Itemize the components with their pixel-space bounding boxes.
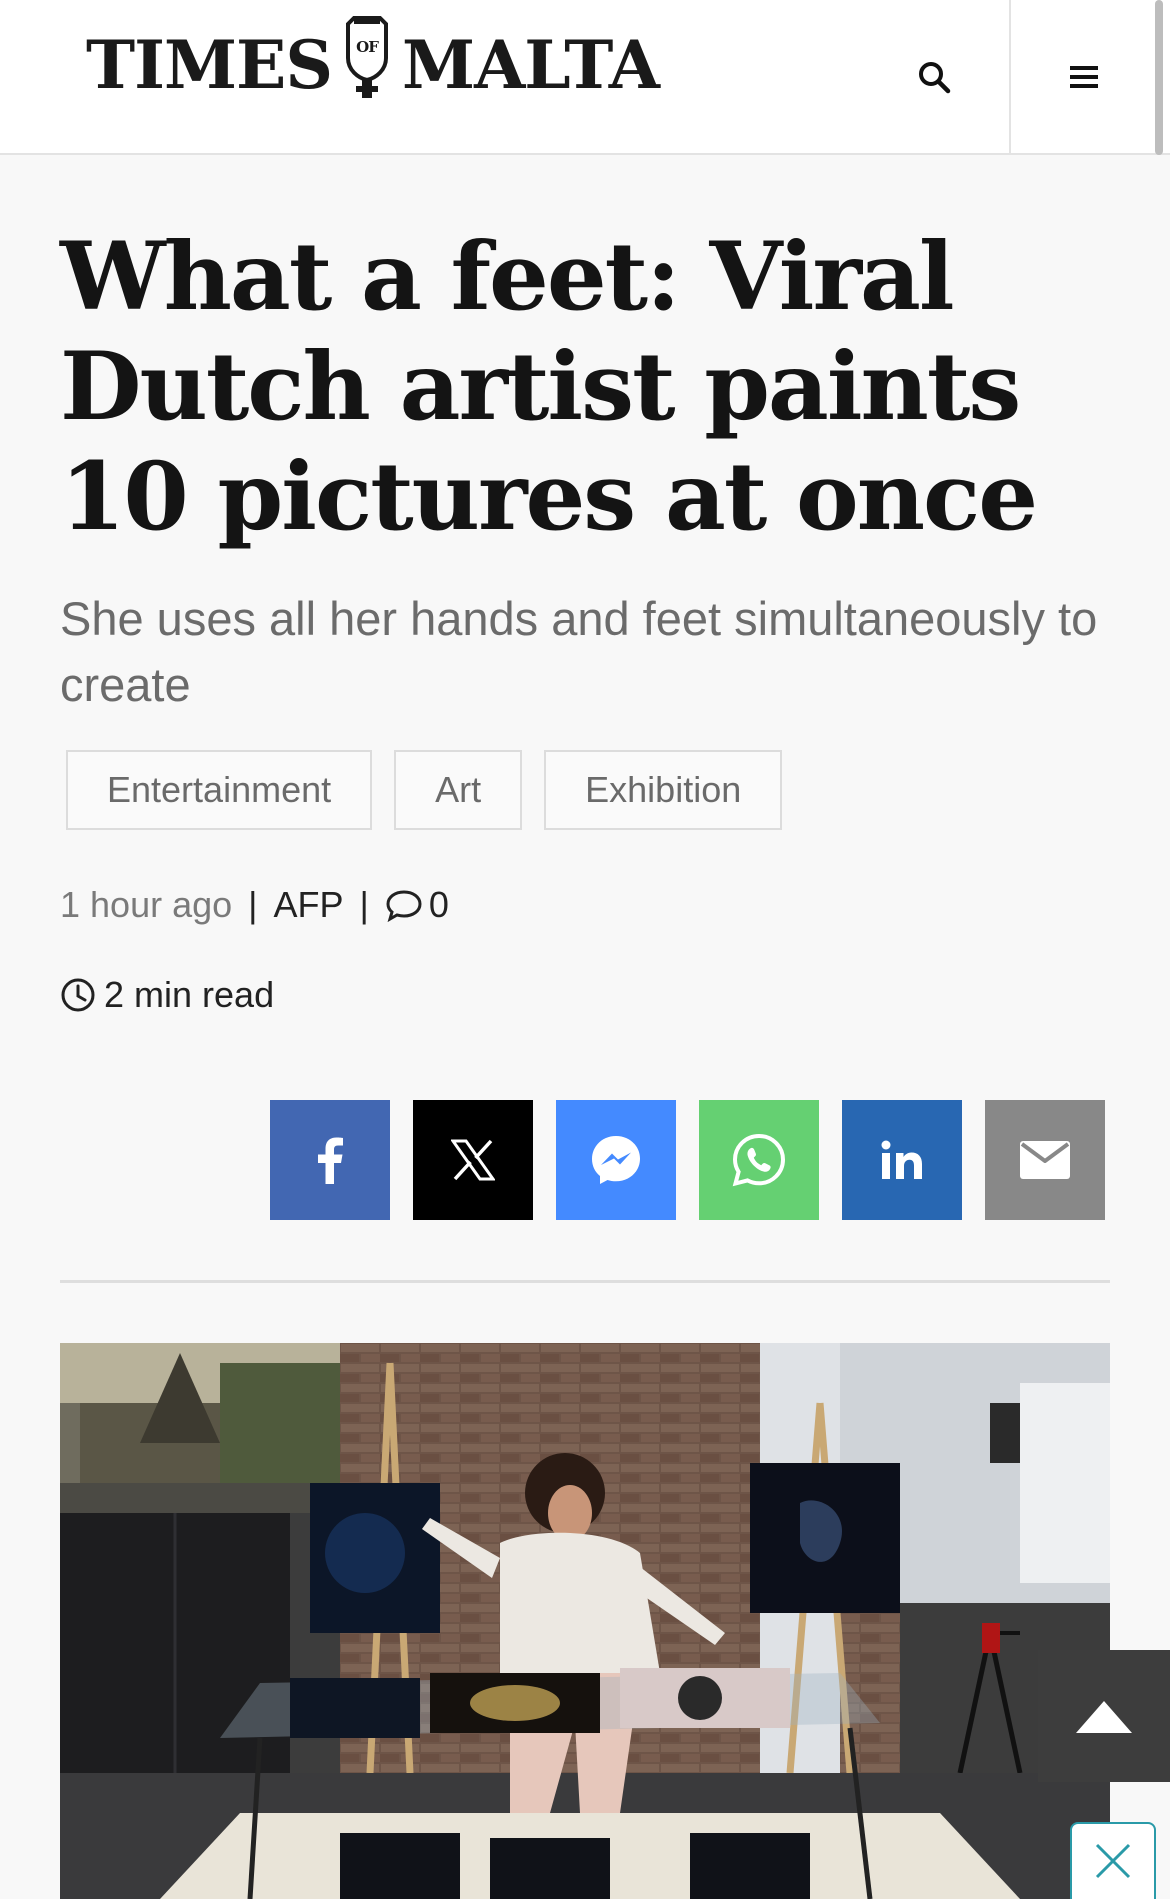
meta-separator: |: [248, 884, 258, 925]
logo-word-times: TIMES: [86, 26, 333, 104]
page-scrollbar[interactable]: [1155, 0, 1163, 155]
article-hero-image[interactable]: [60, 1343, 1110, 1899]
share-facebook-button[interactable]: [270, 1100, 390, 1220]
clock-icon: [61, 978, 95, 1012]
share-messenger-button[interactable]: [556, 1100, 676, 1220]
article-meta: 1 hour ago | AFP | 0: [60, 880, 449, 930]
share-linkedin-button[interactable]: [842, 1100, 962, 1220]
article-subheadline: She uses all her hands and feet simultan…: [60, 592, 1098, 711]
meta-separator: |: [359, 884, 369, 925]
menu-button[interactable]: [1009, 0, 1156, 153]
share-buttons: [270, 1100, 1105, 1220]
comments-link[interactable]: 0: [385, 884, 449, 926]
close-ad-button[interactable]: [1070, 1822, 1156, 1899]
share-whatsapp-button[interactable]: [699, 1100, 819, 1220]
comment-bubble-icon: [386, 890, 422, 922]
back-to-top-button[interactable]: [1038, 1650, 1170, 1782]
published-time: 1 hour ago: [60, 884, 233, 925]
logo-crest-text: OF: [356, 38, 379, 56]
whatsapp-icon: [732, 1133, 786, 1187]
logo-crest-icon: OF: [338, 14, 396, 116]
search-icon: [919, 61, 951, 93]
comment-count: 0: [428, 884, 449, 925]
hamburger-menu-icon: [1069, 65, 1098, 88]
tag-art[interactable]: Art: [394, 750, 523, 830]
article-tags: Entertainment Art Exhibition: [66, 750, 783, 830]
tag-exhibition[interactable]: Exhibition: [544, 750, 783, 830]
messenger-icon: [592, 1136, 640, 1184]
logo-word-malta: MALTA: [402, 26, 660, 104]
site-logo[interactable]: TIMES OF MALTA: [86, 16, 660, 108]
site-header: TIMES OF MALTA: [0, 0, 1170, 155]
facebook-icon: [318, 1137, 343, 1184]
search-button[interactable]: [860, 0, 1008, 153]
article-headline: What a feet: Viral Dutch artist paints 1…: [60, 222, 1038, 552]
share-email-button[interactable]: [985, 1100, 1105, 1220]
x-icon: [451, 1139, 495, 1181]
author-link[interactable]: AFP: [274, 884, 344, 926]
tag-entertainment[interactable]: Entertainment: [66, 750, 373, 830]
arrow-up-icon: [1076, 1701, 1132, 1733]
linkedin-icon: [881, 1140, 922, 1179]
share-x-button[interactable]: [413, 1100, 533, 1220]
content-divider: [60, 1280, 1110, 1283]
email-icon: [1020, 1141, 1070, 1179]
read-time-label: 2 min read: [104, 974, 275, 1015]
hero-photo-illustration: [60, 1343, 1110, 1899]
close-icon: [1095, 1843, 1131, 1879]
read-time: 2 min read: [60, 972, 274, 1018]
